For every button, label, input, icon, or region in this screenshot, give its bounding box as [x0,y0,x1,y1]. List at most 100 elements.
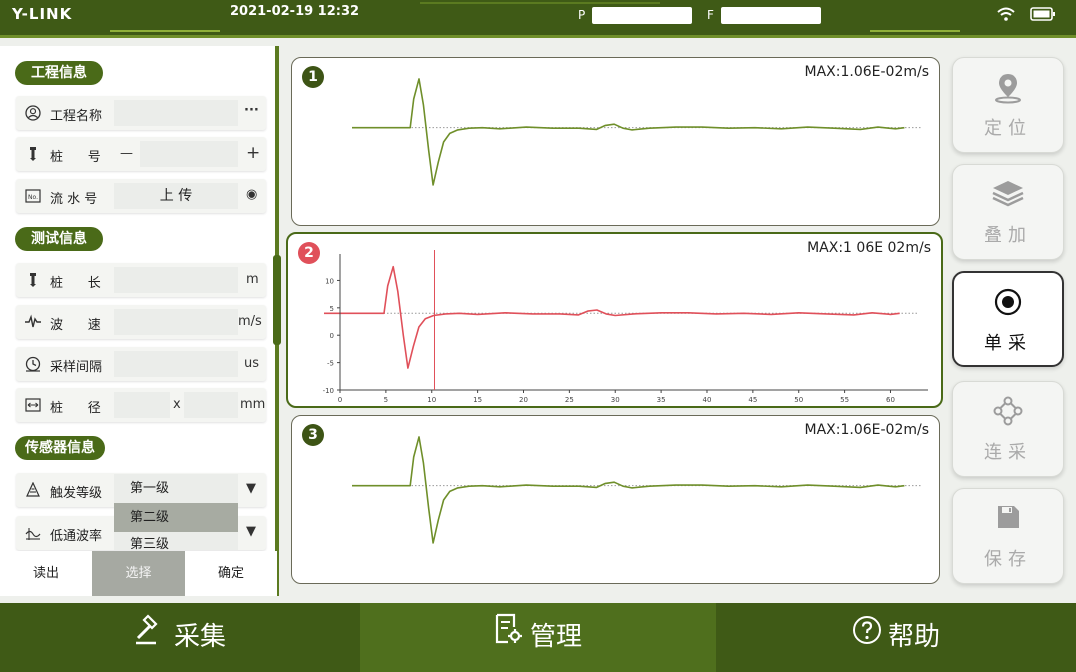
locate-button[interactable]: 定位 [952,57,1064,153]
more-button[interactable]: ··· [244,103,259,118]
y-tick-label: -5 [327,360,334,368]
left-panel: 工程信息 工程名称 ··· 桩 号 — + No. 流 水 号 上 传 ◉ 测试… [0,46,279,596]
save-button[interactable]: 保存 [952,488,1064,584]
project-name-input[interactable] [114,100,238,126]
header-decoration [420,2,660,4]
pile-number-prefix: — [120,146,133,161]
pile-length-label: 桩 长 [50,276,101,291]
panel-resize-handle[interactable] [273,255,281,345]
header-decoration [110,30,220,32]
hammer-icon [134,603,168,672]
wave-speed-row: 波 速 m/s [16,305,266,339]
pile-number-input[interactable] [140,141,238,167]
waveform-panel-3[interactable]: 3 MAX:1.06E-02m/s [291,415,940,584]
help-icon [852,603,882,672]
status-icons [996,6,1056,26]
waveform-chart-3 [352,436,922,544]
f-value-box [721,7,821,24]
overlay-label: 叠加 [984,225,1032,246]
wifi-icon [996,6,1016,26]
header-decoration [870,30,960,32]
wave-speed-unit: m/s [238,314,262,329]
diameter-icon [25,397,41,413]
dropdown-option[interactable]: 第一级 [114,474,238,503]
pile-icon [25,146,41,162]
y-tick-label: 10 [325,277,334,285]
lowpass-icon [25,525,41,541]
number-badge-icon: No. [25,188,41,204]
trigger-level-label: 触发等级 [50,486,103,501]
nav-manage[interactable]: 管理 [360,603,716,672]
pile-length-input[interactable] [114,267,238,293]
overlay-button[interactable]: 叠加 [952,164,1064,260]
pile-diameter-separator: x [173,397,181,412]
wave-speed-input[interactable] [114,309,238,335]
f-label: F [707,8,714,22]
waveform-chart-2: 1050-5-100 5 10 15 20 25 30 35 40 45 50 55 60 [323,250,928,404]
top-bar: Y-LINK 2021-02-19 12:32 P F [0,0,1076,38]
trigger-dropdown-arrow[interactable]: ▼ [246,481,256,496]
dropdown-option-selected[interactable]: 第二级 [114,503,238,532]
left-button-row: 读出 选择 确定 [0,551,279,596]
x-tick-label: 0 [338,396,342,404]
pile-diameter-input-1[interactable] [114,392,170,418]
pile-length-row: 桩 长 m [16,263,266,297]
clock-icon [25,356,41,372]
target-icon [954,287,1062,324]
upload-button[interactable]: 上 传 [114,183,238,209]
datetime: 2021-02-19 12:32 [230,4,360,19]
pile-number-row: 桩 号 — + [16,137,266,171]
select-button[interactable]: 选择 [92,551,185,596]
trigger-icon [25,481,41,498]
x-tick-label: 10 [427,396,436,404]
p-value-box [592,7,692,24]
waveform-line [352,436,905,544]
nav-collect-label: 采集 [173,622,226,652]
waveform-panel-2[interactable]: 2 MAX:1 06E 02m/s 10 5 0 -5 -10 0 5 10 15 20 25 30 3… [286,232,943,408]
save-icon [953,503,1063,538]
single-sample-button[interactable]: 单采 [952,271,1064,367]
lowpass-dropdown-arrow[interactable]: ▼ [246,524,256,539]
waveform-panel-1[interactable]: 1 MAX:1.06E-02m/s [291,57,940,226]
continuous-sample-button[interactable]: 连采 [952,381,1064,477]
user-circle-icon [25,105,41,121]
confirm-button[interactable]: 确定 [185,551,277,596]
x-tick-label: 30 [611,396,620,404]
x-tick-label: 20 [519,396,528,404]
sampling-interval-input[interactable] [114,351,238,377]
single-sample-label: 单采 [984,333,1032,354]
pile-diameter-input-2[interactable] [184,392,238,418]
pile-diameter-label: 桩 径 [50,401,101,416]
engineering-info-title: 工程信息 [15,61,103,85]
add-button[interactable]: + [246,143,260,163]
project-name-row: 工程名称 ··· [16,96,266,130]
nav-collect[interactable]: 采集 [0,603,360,672]
pile-diameter-row: 桩 径 x mm [16,388,266,422]
connect-icon [953,396,1063,433]
nav-help-label: 帮助 [887,622,940,652]
x-tick-label: 35 [657,396,666,404]
radio-button[interactable]: ◉ [246,187,257,202]
p-label: P [578,8,586,22]
dropdown-option[interactable]: 第三级 [114,532,238,550]
sampling-interval-label: 采样间隔 [50,360,103,375]
continuous-sample-label: 连采 [984,442,1032,463]
project-name-label: 工程名称 [50,109,103,124]
nav-help[interactable]: 帮助 [716,603,1076,672]
wave-icon [25,314,41,330]
layers-icon [953,179,1063,216]
save-label: 保存 [984,549,1032,570]
lowpass-label: 低通波率 [50,529,103,544]
x-tick-label: 15 [473,396,482,404]
read-button[interactable]: 读出 [0,551,92,596]
sensor-info-title: 传感器信息 [15,436,105,460]
x-tick-label: 25 [565,396,574,404]
pile-icon [25,272,41,288]
waveform-line [324,265,900,369]
document-gear-icon [494,603,524,672]
serial-number-label: 流 水 号 [50,192,98,207]
y-tick-label: 5 [330,305,334,313]
wave-speed-label: 波 速 [50,318,101,333]
battery-icon [1030,6,1056,26]
pile-diameter-unit: mm [240,397,266,412]
